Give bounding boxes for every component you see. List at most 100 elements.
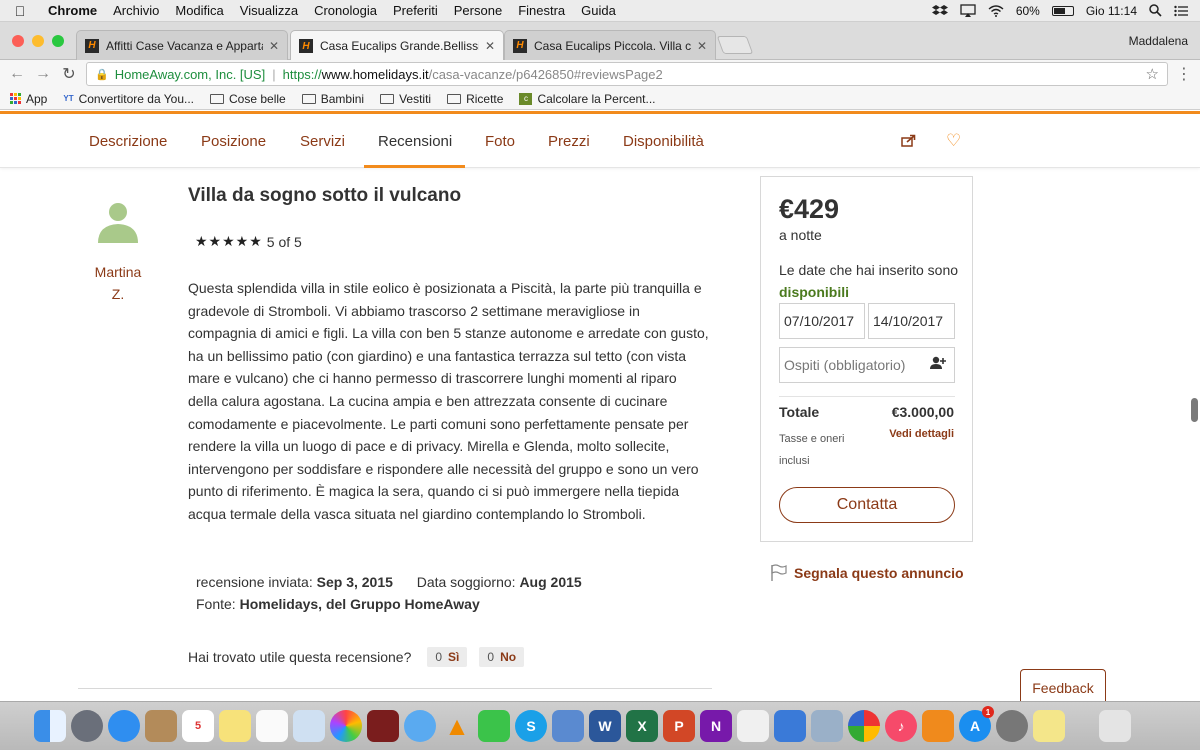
- menu-cronologia[interactable]: Cronologia: [306, 3, 385, 18]
- tab-descrizione[interactable]: Descrizione: [89, 133, 167, 150]
- close-tab-icon[interactable]: ✕: [269, 39, 279, 53]
- preview-icon[interactable]: [293, 710, 325, 742]
- guests-field[interactable]: Ospiti (obbligatorio): [779, 347, 955, 383]
- star-icon[interactable]: ☆: [1146, 65, 1159, 83]
- share-icon[interactable]: [901, 134, 916, 147]
- view-details-link[interactable]: Vedi dettagli: [889, 428, 954, 440]
- forward-arrow-icon[interactable]: →: [30, 65, 56, 83]
- bookmark-folder-ricette[interactable]: Ricette: [447, 92, 503, 106]
- airplay-icon[interactable]: [960, 3, 976, 18]
- powerpoint-icon[interactable]: P: [663, 710, 695, 742]
- zoom-window-button[interactable]: [52, 35, 64, 47]
- bookmark-folder-vestiti[interactable]: Vestiti: [380, 92, 431, 106]
- menu-persone[interactable]: Persone: [446, 3, 510, 18]
- excel-icon[interactable]: X: [626, 710, 658, 742]
- vlc-icon[interactable]: ▲: [441, 710, 473, 742]
- reviewer-name[interactable]: Martina Z.: [86, 261, 150, 305]
- calendar-icon[interactable]: 5: [182, 710, 214, 742]
- tab-recensioni[interactable]: Recensioni: [378, 133, 452, 150]
- bookmark-folder-cose-belle[interactable]: Cose belle: [210, 92, 286, 106]
- checkout-date-field[interactable]: 14/10/2017: [868, 303, 955, 339]
- notes-icon[interactable]: [219, 710, 251, 742]
- ibooks-icon[interactable]: [922, 710, 954, 742]
- close-window-button[interactable]: [12, 35, 24, 47]
- report-listing-link[interactable]: Segnala questo annuncio: [770, 564, 964, 582]
- tab-foto[interactable]: Foto: [485, 133, 515, 150]
- helpful-yes-button[interactable]: 0 Sì: [427, 647, 468, 667]
- active-tab-underline: [364, 165, 465, 168]
- tab-eucalips-grande[interactable]: H Casa Eucalips Grande.Bellissim ✕: [290, 30, 504, 61]
- scrollbar-thumb[interactable]: [1191, 398, 1198, 422]
- onenote-icon[interactable]: N: [700, 710, 732, 742]
- heart-icon[interactable]: ♡: [946, 131, 961, 151]
- dropbox-icon[interactable]: [931, 4, 948, 18]
- bookmark-label: Vestiti: [399, 91, 432, 106]
- feedback-button[interactable]: Feedback: [1020, 669, 1106, 701]
- menu-finestra[interactable]: Finestra: [510, 3, 573, 18]
- contact-button[interactable]: Contatta: [779, 487, 955, 523]
- image-app-icon[interactable]: [811, 710, 843, 742]
- tab-disponibilita[interactable]: Disponibilità: [623, 133, 704, 150]
- macos-dock: 5 ▲ S W X P N ♪ A1: [0, 701, 1200, 750]
- messages-icon[interactable]: [404, 710, 436, 742]
- tab-affitti[interactable]: H Affitti Case Vacanza e Apparta ✕: [76, 30, 288, 60]
- minimize-window-button[interactable]: [32, 35, 44, 47]
- listing-subnav: Descrizione Posizione Servizi Recensioni…: [0, 114, 1200, 168]
- checkin-date-field[interactable]: 07/10/2017: [779, 303, 865, 339]
- skype-icon[interactable]: S: [515, 710, 547, 742]
- facetime-icon[interactable]: [478, 710, 510, 742]
- new-tab-button[interactable]: [716, 36, 754, 54]
- system-preferences-icon[interactable]: [996, 710, 1028, 742]
- trash-icon[interactable]: [1099, 710, 1131, 742]
- close-tab-icon[interactable]: ✕: [697, 39, 707, 53]
- chrome-menu-icon[interactable]: ⋮: [1176, 64, 1192, 84]
- bookmark-percent-calculator[interactable]: c Calcolare la Percent...: [519, 92, 656, 106]
- tab-title: Affitti Case Vacanza e Apparta: [106, 38, 263, 53]
- menu-preferiti[interactable]: Preferiti: [385, 3, 446, 18]
- wifi-icon[interactable]: [988, 4, 1004, 17]
- tab-posizione[interactable]: Posizione: [201, 133, 266, 150]
- photos-icon[interactable]: [330, 710, 362, 742]
- menu-modifica[interactable]: Modifica: [167, 3, 231, 18]
- bookmark-folder-bambini[interactable]: Bambini: [301, 92, 364, 106]
- bookmark-apps[interactable]: App: [10, 92, 47, 106]
- keynote-icon[interactable]: [774, 710, 806, 742]
- tab-prezzi[interactable]: Prezzi: [548, 133, 590, 150]
- chrome-icon[interactable]: [848, 710, 880, 742]
- text-edit-icon[interactable]: [552, 710, 584, 742]
- contacts-icon[interactable]: [145, 710, 177, 742]
- menu-visualizza[interactable]: Visualizza: [232, 3, 306, 18]
- battery-icon[interactable]: [1051, 5, 1074, 16]
- apple-icon[interactable]: : [0, 3, 40, 19]
- finder-icon[interactable]: [34, 710, 66, 742]
- tab-servizi[interactable]: Servizi: [300, 133, 345, 150]
- bookmark-youtube-converter[interactable]: YT Convertitore da You...: [63, 92, 194, 106]
- word-icon[interactable]: W: [589, 710, 621, 742]
- review-body: Questa splendida villa in stile eolico è…: [188, 280, 709, 522]
- back-arrow-icon[interactable]: ←: [4, 65, 30, 83]
- search-icon[interactable]: [1149, 4, 1162, 17]
- tab-eucalips-piccola[interactable]: H Casa Eucalips Piccola. Villa con ✕: [504, 30, 716, 60]
- yes-label: Sì: [448, 650, 460, 664]
- reminders-icon[interactable]: [256, 710, 288, 742]
- menu-chrome[interactable]: Chrome: [40, 3, 105, 18]
- ev-certificate-label[interactable]: HomeAway.com, Inc. [US]: [115, 67, 266, 82]
- review-divider: [78, 688, 712, 689]
- close-tab-icon[interactable]: ✕: [485, 39, 495, 53]
- reload-icon[interactable]: ↻: [56, 64, 82, 84]
- helpful-no-button[interactable]: 0 No: [479, 647, 525, 667]
- menu-archivio[interactable]: Archivio: [105, 3, 167, 18]
- menu-guida[interactable]: Guida: [573, 3, 624, 18]
- photo-booth-icon[interactable]: [367, 710, 399, 742]
- launchpad-icon[interactable]: [71, 710, 103, 742]
- safari-icon[interactable]: [108, 710, 140, 742]
- profile-name[interactable]: Maddalena: [1129, 34, 1188, 48]
- app-store-icon[interactable]: A1: [959, 706, 994, 742]
- list-icon[interactable]: [1174, 5, 1188, 17]
- numbers-icon[interactable]: [737, 710, 769, 742]
- itunes-icon[interactable]: ♪: [885, 710, 917, 742]
- address-bar[interactable]: 🔒 HomeAway.com, Inc. [US] | https:// www…: [86, 62, 1168, 86]
- clock[interactable]: Gio 11:14: [1086, 4, 1137, 18]
- stickies-icon[interactable]: [1033, 710, 1065, 742]
- sent-date: Sep 3, 2015: [316, 574, 393, 590]
